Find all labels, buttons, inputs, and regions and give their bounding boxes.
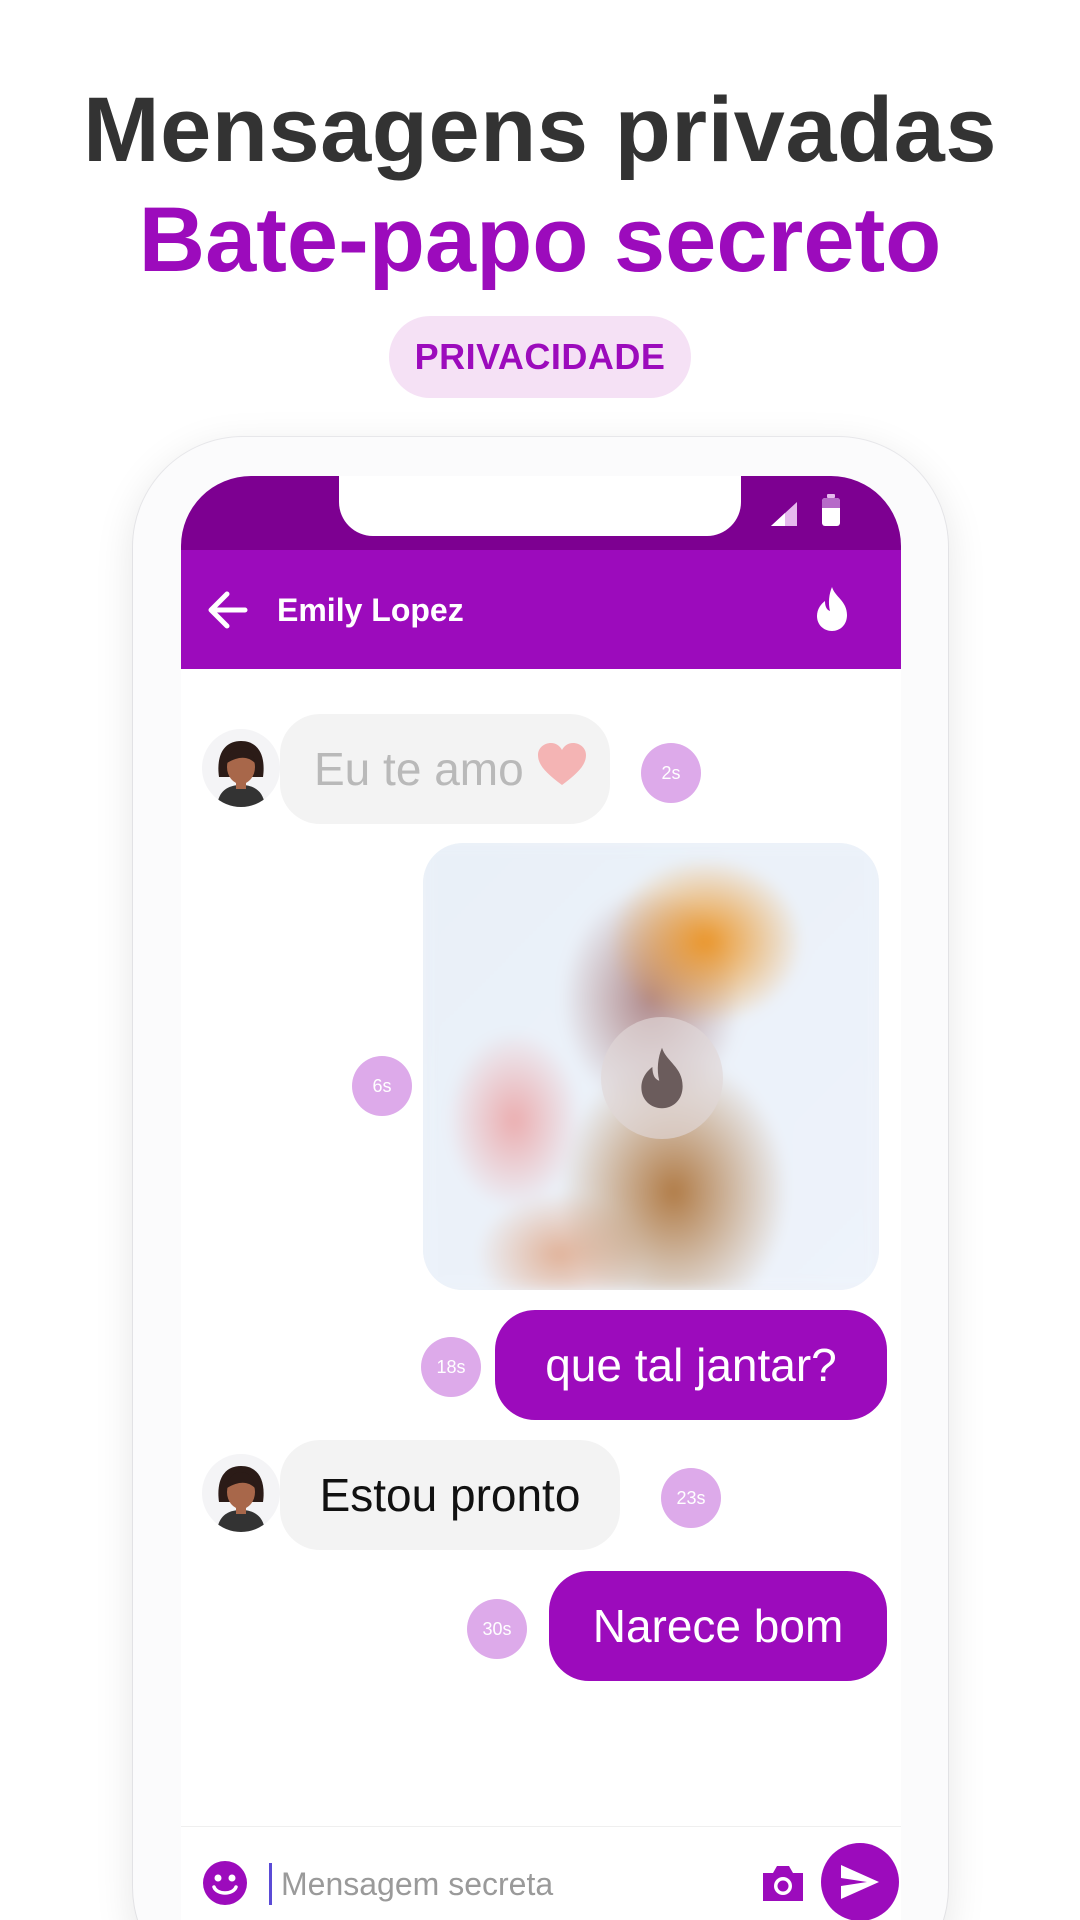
promo-screen: Mensagens privadas Bate-papo secreto PRI… [0,0,1080,1920]
arrow-left-icon [208,591,248,629]
text-cursor [269,1863,272,1905]
privacy-tag: PRIVACIDADE [389,316,691,398]
self-destruct-timer: 2s [641,743,701,803]
headline: Mensagens privadas [82,79,998,181]
contact-avatar[interactable] [202,1454,280,1532]
flame-icon [641,1047,683,1109]
message-bubble-incoming[interactable]: Eu te amo [280,714,610,824]
send-icon [841,1865,879,1899]
send-button[interactable] [821,1843,899,1920]
battery-icon [822,494,840,526]
blurred-photo-message[interactable] [423,843,879,1290]
message-text: Estou pronto [319,1469,581,1521]
back-button[interactable] [199,582,255,638]
message-input[interactable] [281,1857,741,1911]
phone-notch [339,476,741,536]
contact-avatar[interactable] [202,729,280,807]
chat-header: Emily Lopez [181,550,901,669]
message-bubble-incoming[interactable]: Estou pronto [280,1440,620,1550]
flame-icon [817,587,847,631]
self-destruct-timer: 18s [421,1337,481,1397]
status-bar [181,476,901,550]
phone-screen: Emily Lopez Eu te amo 2s 6s 18s que tal … [181,476,901,1920]
self-destruct-timer: 30s [467,1599,527,1659]
message-composer [181,1826,901,1920]
message-bubble-outgoing[interactable]: Narece bom [549,1571,887,1681]
burn-mode-button[interactable] [801,578,863,640]
camera-icon[interactable] [759,1861,807,1905]
message-text: Narece bom [592,1600,844,1652]
self-destruct-timer: 23s [661,1468,721,1528]
contact-name[interactable]: Emily Lopez [277,586,464,634]
message-bubble-outgoing[interactable]: que tal jantar? [495,1310,887,1420]
heart-emoji-icon [536,741,588,798]
self-destruct-timer: 6s [352,1056,412,1116]
smiley-icon[interactable] [201,1859,249,1907]
signal-icon [771,502,797,526]
message-text: que tal jantar? [545,1339,837,1391]
subheadline: Bate-papo secreto [138,189,942,291]
view-photo-button[interactable] [601,1017,723,1139]
message-text: Eu te amo [314,743,524,795]
